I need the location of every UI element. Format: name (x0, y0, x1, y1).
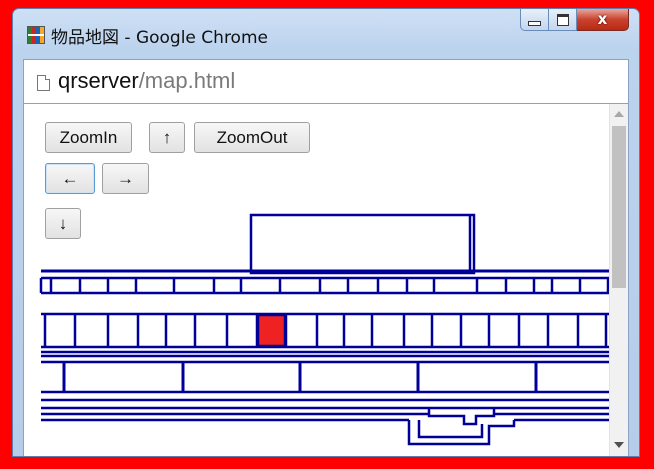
map-ramp-inner (417, 420, 484, 439)
scroll-down-arrow-icon[interactable] (614, 442, 624, 448)
close-icon: x (597, 10, 608, 28)
chrome-window: 物品地図 - Google Chrome x qrserver/map.html… (12, 8, 640, 457)
floor-map (39, 213, 610, 446)
up-button[interactable]: ↑ (149, 122, 185, 153)
vertical-scrollbar[interactable] (609, 104, 628, 456)
close-button[interactable]: x (577, 9, 629, 31)
minimize-button[interactable] (520, 9, 549, 31)
zoom-out-button[interactable]: ZoomOut (194, 122, 310, 153)
window-title: 物品地図 - Google Chrome (51, 28, 268, 48)
page-icon (37, 75, 50, 91)
zoom-in-button[interactable]: ZoomIn (45, 122, 132, 153)
left-button[interactable]: ← (45, 163, 95, 194)
app-icon (27, 26, 45, 44)
minimize-icon (528, 21, 541, 26)
right-button[interactable]: → (102, 163, 149, 194)
page-viewport: ZoomIn ↑ ZoomOut ← → ↓ (23, 104, 629, 456)
url-host: qrserver (58, 68, 139, 93)
url-path: /map.html (138, 68, 236, 93)
window-controls: x (520, 9, 629, 33)
map-stair-outline (427, 408, 496, 426)
map-highlighted-cell (256, 313, 287, 348)
scrollbar-thumb[interactable] (612, 126, 626, 288)
map-top-room (249, 213, 476, 275)
map-ramp-outline (407, 420, 516, 446)
down-button[interactable]: ↓ (45, 208, 81, 239)
scroll-up-arrow-icon[interactable] (614, 111, 624, 117)
maximize-icon (556, 13, 569, 26)
url-text[interactable]: qrserver/map.html (58, 68, 235, 94)
title-bar[interactable]: 物品地図 - Google Chrome x (13, 9, 639, 57)
maximize-button[interactable] (549, 9, 577, 31)
address-bar[interactable]: qrserver/map.html (23, 59, 629, 104)
